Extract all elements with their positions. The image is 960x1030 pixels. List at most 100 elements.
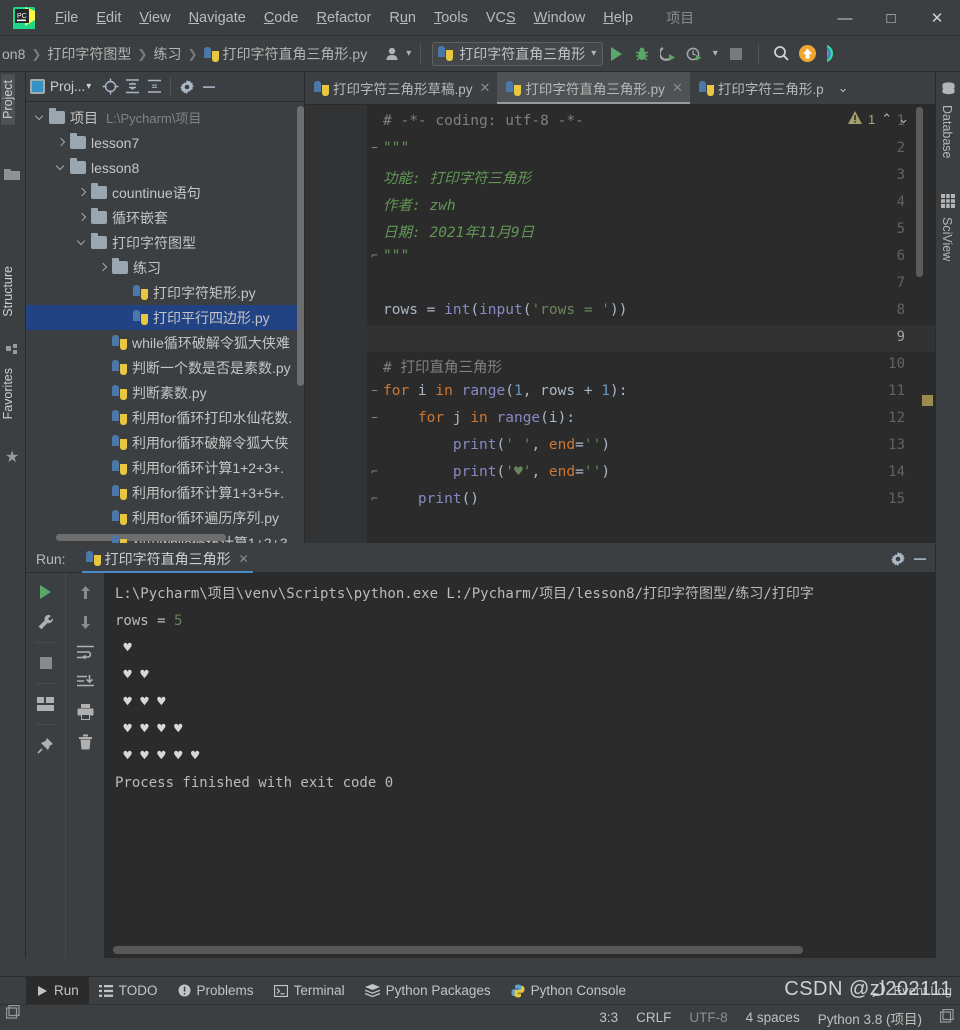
sidebar-item-sciview[interactable]: SciView xyxy=(940,212,954,266)
bottom-tab-run[interactable]: Run xyxy=(26,976,89,1005)
down-arrow-button[interactable] xyxy=(72,609,98,635)
update-project-button[interactable] xyxy=(794,41,820,67)
project-panel-title[interactable]: Proj... xyxy=(50,79,85,94)
run-session-tab[interactable]: 打印字符直角三角形 ✕ xyxy=(80,545,255,573)
layout-button[interactable] xyxy=(33,691,59,717)
chevron-right-icon[interactable] xyxy=(97,261,110,274)
breadcrumb-item-1[interactable]: 打印字符图型 xyxy=(47,44,131,64)
menu-tools[interactable]: Tools xyxy=(425,7,477,29)
next-issue-icon[interactable]: ⌄ xyxy=(898,111,909,127)
tree-node-selected[interactable]: 打印平行四边形.py xyxy=(26,305,304,330)
run-button[interactable] xyxy=(603,41,629,67)
run-configuration-selector[interactable]: 打印字符直角三角形 ▾ xyxy=(432,41,604,66)
editor-tab-1[interactable]: 打印字符直角三角形.py ✕ xyxy=(497,72,691,104)
hide-run-panel-button[interactable] xyxy=(909,548,931,570)
project-tree-hscrollbar[interactable] xyxy=(56,534,226,541)
code-fold-marker[interactable]: − xyxy=(369,385,380,396)
menu-navigate[interactable]: Navigate xyxy=(180,7,255,29)
run-console-output[interactable]: L:\Pycharm\项目\venv\Scripts\python.exe L:… xyxy=(105,573,935,958)
close-icon[interactable]: ✕ xyxy=(239,552,249,566)
bottom-tab-todo[interactable]: TODO xyxy=(89,977,168,1005)
memory-indicator-icon[interactable] xyxy=(939,1008,954,1026)
tree-node[interactable]: 利用for循环破解令狐大侠 xyxy=(26,430,304,455)
tree-node[interactable]: 练习 xyxy=(26,255,304,280)
tree-node[interactable]: 打印字符矩形.py xyxy=(26,280,304,305)
tree-node[interactable]: 利用for循环计算1+2+3+. xyxy=(26,455,304,480)
close-icon[interactable]: ✕ xyxy=(672,80,683,96)
hide-panel-button[interactable] xyxy=(198,76,220,98)
prev-issue-icon[interactable]: ⌃ xyxy=(881,111,892,127)
code-fold-marker[interactable]: ⌐ xyxy=(369,466,380,477)
tree-node[interactable]: lesson7 xyxy=(26,130,304,155)
code-fold-marker[interactable]: − xyxy=(369,142,380,153)
project-tree-scrollbar[interactable] xyxy=(297,106,304,386)
scroll-to-end-button[interactable] xyxy=(72,669,98,695)
chevron-down-icon[interactable] xyxy=(34,111,47,124)
python-interpreter[interactable]: Python 3.8 (项目) xyxy=(818,1008,922,1028)
chevron-down-icon[interactable] xyxy=(55,161,68,174)
bottom-tab-python-packages[interactable]: Python Packages xyxy=(355,977,501,1005)
code-fold-marker[interactable]: ⌐ xyxy=(369,250,380,261)
editor-tab-0[interactable]: 打印字符三角形草稿.py ✕ xyxy=(305,72,497,104)
run-with-coverage-button[interactable] xyxy=(655,41,681,67)
breadcrumb-item-0[interactable]: on8 xyxy=(2,46,25,62)
event-log-button[interactable]: Event Log xyxy=(872,981,952,1000)
stop-button[interactable] xyxy=(723,41,749,67)
close-button[interactable]: ✕ xyxy=(914,0,960,36)
profile-dropdown[interactable]: ▾ xyxy=(707,41,723,67)
breadcrumb-item-3[interactable]: 打印字符直角三角形.py xyxy=(203,44,367,64)
indent-setting[interactable]: 4 spaces xyxy=(746,1010,800,1025)
tree-node[interactable]: 利用for循环计算1+3+5+. xyxy=(26,480,304,505)
menu-run[interactable]: Run xyxy=(380,7,425,29)
tree-node[interactable]: countinue语句 xyxy=(26,180,304,205)
chevron-right-icon[interactable] xyxy=(76,186,89,199)
tree-node[interactable]: 判断素数.py xyxy=(26,380,304,405)
editor-scrollbar[interactable] xyxy=(916,107,923,277)
tree-node[interactable]: 打印字符图型 xyxy=(26,230,304,255)
bottom-tab-terminal[interactable]: Terminal xyxy=(264,977,355,1005)
pin-button[interactable] xyxy=(33,732,59,758)
chevron-right-icon[interactable] xyxy=(76,211,89,224)
tree-node[interactable]: 利用for循环遍历序列.py xyxy=(26,505,304,530)
project-tree[interactable]: 项目 L:\Pycharm\项目 lesson7 lesson8 countinue语句… xyxy=(26,102,304,543)
soft-wrap-button[interactable] xyxy=(72,639,98,665)
menu-code[interactable]: Code xyxy=(255,7,308,29)
sidebar-item-structure[interactable]: Structure xyxy=(1,260,15,323)
code-fold-marker[interactable]: ⌐ xyxy=(369,493,380,504)
tree-node[interactable]: 项目 L:\Pycharm\项目 xyxy=(26,105,304,130)
rerun-button[interactable] xyxy=(33,579,59,605)
sidebar-item-database[interactable]: Database xyxy=(940,100,954,164)
tree-node[interactable]: 判断一个数是否是素数.py xyxy=(26,355,304,380)
maximize-button[interactable]: □ xyxy=(868,0,914,36)
code-fold-marker[interactable]: − xyxy=(369,412,380,423)
menu-vcs[interactable]: VCS xyxy=(477,7,525,29)
debug-button[interactable] xyxy=(629,41,655,67)
tree-node[interactable]: 利用for循环打印水仙花数. xyxy=(26,405,304,430)
tree-node[interactable]: 循环嵌套 xyxy=(26,205,304,230)
console-hscrollbar[interactable] xyxy=(113,946,803,954)
editor-tab-2[interactable]: 打印字符三角形.p xyxy=(690,72,831,104)
breadcrumb[interactable]: on8 ❯ 打印字符图型 ❯ 练习 ❯ 打印字符直角三角形.py xyxy=(2,44,367,64)
stop-button[interactable] xyxy=(33,650,59,676)
collapse-all-button[interactable] xyxy=(143,76,165,98)
file-encoding[interactable]: UTF-8 xyxy=(689,1010,727,1025)
editor-gutter[interactable] xyxy=(305,105,367,543)
settings-wrench-button[interactable] xyxy=(33,609,59,635)
menu-view[interactable]: View xyxy=(130,7,179,29)
caret-position[interactable]: 3:3 xyxy=(599,1010,618,1025)
sidebar-item-favorites[interactable]: Favorites xyxy=(1,362,15,425)
tree-node[interactable]: while循环破解令狐大侠难 xyxy=(26,330,304,355)
menu-help[interactable]: Help xyxy=(594,7,642,29)
locate-file-button[interactable] xyxy=(99,76,121,98)
run-panel-settings-button[interactable] xyxy=(887,548,909,570)
search-everywhere-button[interactable] xyxy=(768,41,794,67)
inspection-widget[interactable]: 1 ⌃ ⌄ xyxy=(847,111,909,127)
menu-refactor[interactable]: Refactor xyxy=(308,7,381,29)
bottom-tab-problems[interactable]: Problems xyxy=(168,977,264,1005)
menu-edit[interactable]: Edit xyxy=(87,7,130,29)
editor-tabs[interactable]: 打印字符三角形草稿.py ✕ 打印字符直角三角形.py ✕ 打印字符三角形.p ⌄ xyxy=(305,72,935,105)
editor-tabs-overflow-button[interactable]: ⌄ xyxy=(831,72,856,104)
chevron-down-icon[interactable] xyxy=(76,236,89,249)
line-separator[interactable]: CRLF xyxy=(636,1010,671,1025)
user-account-button[interactable]: ▾ xyxy=(385,46,411,62)
